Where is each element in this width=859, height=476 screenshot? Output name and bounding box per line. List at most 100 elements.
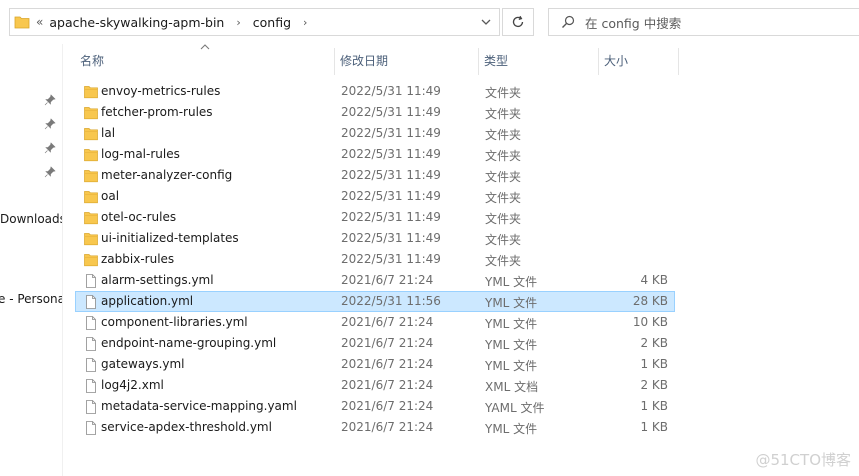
pin-icon[interactable] xyxy=(44,118,56,130)
file-icon xyxy=(86,400,96,414)
column-header-name[interactable]: 名称 xyxy=(75,48,335,75)
file-modified-date: 2022/5/31 11:49 xyxy=(341,105,441,119)
refresh-button[interactable] xyxy=(502,8,534,36)
file-name: gateways.yml xyxy=(101,357,185,371)
folder-row[interactable]: otel-oc-rules 2022/5/31 11:49 文件夹 xyxy=(75,207,675,228)
folder-row[interactable]: ui-initialized-templates 2022/5/31 11:49 文… xyxy=(75,228,675,249)
file-row[interactable]: gateways.yml 2021/6/7 21:24 YML 文件 1 KB xyxy=(75,354,675,375)
pin-icon[interactable] xyxy=(44,94,56,106)
folder-row[interactable]: meter-analyzer-config 2022/5/31 11:49 文件夹 xyxy=(75,165,675,186)
file-type: 文件夹 xyxy=(485,86,522,100)
file-icon xyxy=(86,358,96,372)
folder-row[interactable]: oal 2022/5/31 11:49 文件夹 xyxy=(75,186,675,207)
file-row[interactable]: metadata-service-mapping.yaml 2021/6/7 21… xyxy=(75,396,675,417)
watermark: @51CTO博客 xyxy=(755,451,851,469)
file-modified-date: 2021/6/7 21:24 xyxy=(341,336,434,350)
file-size: 1 KB xyxy=(640,399,668,413)
file-type: 文件夹 xyxy=(485,149,522,163)
file-modified-date: 2022/5/31 11:49 xyxy=(341,252,441,266)
address-toolbar: « apache-skywalking-apm-bin › config › 在… xyxy=(0,0,859,44)
column-header-row: 名称 修改日期 类型 大小 xyxy=(75,44,679,75)
file-modified-date: 2021/6/7 21:24 xyxy=(341,357,434,371)
folder-row[interactable]: lal 2022/5/31 11:49 文件夹 xyxy=(75,123,675,144)
file-name: lal xyxy=(101,126,116,140)
file-name: metadata-service-mapping.yaml xyxy=(101,399,297,413)
file-icon xyxy=(86,274,96,288)
file-type: XML 文档 xyxy=(485,380,539,394)
folder-icon xyxy=(84,212,98,225)
file-size: 2 KB xyxy=(640,378,668,392)
file-name: fetcher-prom-rules xyxy=(101,105,213,119)
file-modified-date: 2022/5/31 11:49 xyxy=(341,210,441,224)
file-row[interactable]: application.yml 2022/5/31 11:56 YML 文件 28 K… xyxy=(75,291,675,312)
breadcrumb-config[interactable]: config xyxy=(253,15,291,30)
folder-icon xyxy=(84,107,98,120)
file-type: 文件夹 xyxy=(485,128,522,142)
file-name: ui-initialized-templates xyxy=(101,231,239,245)
file-type: YML 文件 xyxy=(485,317,538,331)
folder-row[interactable]: zabbix-rules 2022/5/31 11:49 文件夹 xyxy=(75,249,675,270)
file-size: 2 KB xyxy=(640,336,668,350)
folder-icon xyxy=(84,128,98,141)
file-name: meter-analyzer-config xyxy=(101,168,233,182)
file-name: zabbix-rules xyxy=(101,252,175,266)
file-icon xyxy=(86,379,96,393)
file-type: YAML 文件 xyxy=(485,401,545,415)
file-type: 文件夹 xyxy=(485,107,522,121)
folder-row[interactable]: fetcher-prom-rules 2022/5/31 11:49 文件夹 xyxy=(75,102,675,123)
file-row[interactable]: endpoint-name-grouping.yml 2021/6/7 21:24… xyxy=(75,333,675,354)
file-name: log4j2.xml xyxy=(101,378,164,392)
folder-icon xyxy=(84,149,98,162)
pin-icon[interactable] xyxy=(44,142,56,154)
file-icon xyxy=(86,337,96,351)
file-modified-date: 2021/6/7 21:24 xyxy=(341,273,434,287)
file-modified-date: 2021/6/7 21:24 xyxy=(341,420,434,434)
file-modified-date: 2022/5/31 11:49 xyxy=(341,231,441,245)
file-modified-date: 2022/5/31 11:56 xyxy=(341,294,441,308)
file-row[interactable]: alarm-settings.yml 2021/6/7 21:24 YML 文件 4 … xyxy=(75,270,675,291)
file-modified-date: 2021/6/7 21:24 xyxy=(341,378,434,392)
file-icon xyxy=(86,295,96,309)
folder-icon xyxy=(84,233,98,246)
column-header-size[interactable]: 大小 xyxy=(599,48,679,75)
address-bar[interactable]: « apache-skywalking-apm-bin › config › xyxy=(9,8,500,36)
pane-divider[interactable] xyxy=(62,44,63,476)
file-name: log-mal-rules xyxy=(101,147,180,161)
column-header-type[interactable]: 类型 xyxy=(479,48,599,75)
file-name: application.yml xyxy=(101,294,194,308)
file-modified-date: 2022/5/31 11:49 xyxy=(341,189,441,203)
column-header-modified[interactable]: 修改日期 xyxy=(335,48,479,75)
file-icon xyxy=(86,316,96,330)
file-type: 文件夹 xyxy=(485,191,522,205)
folder-icon xyxy=(84,170,98,183)
nav-item-downloads[interactable]: Downloads xyxy=(0,212,62,226)
overflow-chevron-icon[interactable]: « xyxy=(36,15,43,29)
folder-row[interactable]: envoy-metrics-rules 2022/5/31 11:49 文件夹 xyxy=(75,81,675,102)
search-input[interactable]: 在 config 中搜索 xyxy=(548,8,859,36)
folder-row[interactable]: log-mal-rules 2022/5/31 11:49 文件夹 xyxy=(75,144,675,165)
file-row[interactable]: service-apdex-threshold.yml 2021/6/7 21:2… xyxy=(75,417,675,438)
file-type: 文件夹 xyxy=(485,254,522,268)
file-icon xyxy=(86,421,96,435)
file-name: service-apdex-threshold.yml xyxy=(101,420,272,434)
file-row[interactable]: log4j2.xml 2021/6/7 21:24 XML 文档 2 KB xyxy=(75,375,675,396)
chevron-right-icon[interactable]: › xyxy=(303,16,307,29)
refresh-icon xyxy=(512,15,524,28)
file-size: 10 KB xyxy=(632,315,668,329)
chevron-down-icon[interactable] xyxy=(479,15,493,29)
file-size: 28 KB xyxy=(632,294,668,308)
file-name: alarm-settings.yml xyxy=(101,273,214,287)
chevron-right-icon[interactable]: › xyxy=(236,16,240,29)
breadcrumb-apache-skywalking-apm-bin[interactable]: apache-skywalking-apm-bin xyxy=(49,15,224,30)
file-type: YML 文件 xyxy=(485,359,538,373)
file-type: YML 文件 xyxy=(485,338,538,352)
file-type: YML 文件 xyxy=(485,296,538,310)
file-modified-date: 2021/6/7 21:24 xyxy=(341,399,434,413)
file-row[interactable]: component-libraries.yml 2021/6/7 21:24 YML… xyxy=(75,312,675,333)
nav-item-onedrive-personal[interactable]: e - Persona xyxy=(0,292,62,306)
file-type: 文件夹 xyxy=(485,170,522,184)
pin-icon[interactable] xyxy=(44,166,56,178)
file-name: otel-oc-rules xyxy=(101,210,177,224)
file-name: oal xyxy=(101,189,120,203)
file-modified-date: 2022/5/31 11:49 xyxy=(341,168,441,182)
